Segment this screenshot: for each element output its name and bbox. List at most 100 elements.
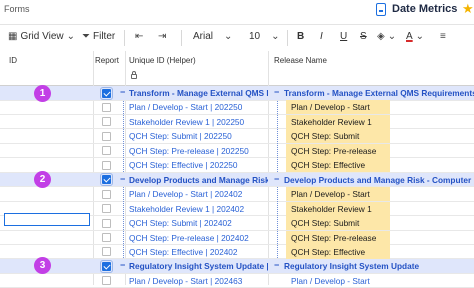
report-checkbox[interactable] <box>102 218 111 228</box>
report-checkbox[interactable] <box>102 276 111 286</box>
align-left-icon: ≡ <box>440 31 446 42</box>
page-title[interactable]: Date Metrics <box>392 3 457 15</box>
grid-view-button[interactable]: ▦ Grid View ⌄ <box>8 31 75 42</box>
grid-view-label: Grid View <box>20 31 64 42</box>
indent-icon: ⇥ <box>158 31 167 42</box>
release-name-cell[interactable]: Plan / Develop - Start <box>286 187 390 202</box>
table-row[interactable]: QCH Step: Pre-release | 202250 QCH Step: … <box>0 143 474 159</box>
unique-id-cell[interactable]: QCH Step: Effective | 202250 <box>129 160 268 170</box>
indent-button[interactable]: ⇥ <box>158 31 166 42</box>
release-name-cell[interactable]: Plan / Develop - Start <box>286 100 390 115</box>
collapse-icon[interactable]: − <box>120 87 125 97</box>
selected-cell[interactable] <box>4 213 90 226</box>
release-name-cell[interactable]: QCH Step: Pre-release <box>286 143 390 158</box>
align-button[interactable]: ≡ <box>440 31 446 42</box>
collapse-icon[interactable]: − <box>120 174 125 184</box>
filter-label: Filter <box>93 31 116 42</box>
unique-id-cell[interactable]: Stakeholder Review 1 | 202402 <box>129 204 268 214</box>
unique-id-cell[interactable]: Plan / Develop - Start | 202250 <box>129 102 268 112</box>
table-row[interactable]: Plan / Develop - Start | 202402 Plan / De… <box>0 187 474 202</box>
unique-id-cell[interactable]: Develop Products and Manage Risk - <box>129 175 268 185</box>
table-row[interactable]: QCH Step: Effective | 202402 QCH Step: Ef… <box>0 244 474 260</box>
unique-id-cell[interactable]: Plan / Develop - Start | 202402 <box>129 189 268 199</box>
grid-icon: ▦ <box>8 31 18 42</box>
release-name-cell[interactable]: QCH Step: Submit <box>286 129 390 144</box>
collapse-icon[interactable]: − <box>120 260 125 270</box>
release-name-cell[interactable]: Stakeholder Review 1 <box>286 114 390 129</box>
release-name-cell[interactable]: Plan / Develop - Start <box>286 274 390 288</box>
unique-id-cell[interactable]: QCH Step: Effective | 202402 <box>129 247 268 257</box>
report-checkbox[interactable] <box>100 86 113 100</box>
strikethrough-button[interactable]: S <box>360 31 367 42</box>
release-name-cell[interactable]: QCH Step: Pre-release <box>286 230 390 245</box>
report-checkbox[interactable] <box>102 247 111 257</box>
tree-line <box>123 187 124 258</box>
report-checkbox[interactable] <box>102 204 111 214</box>
unique-id-cell[interactable]: QCH Step: Pre-release | 202250 <box>129 146 268 156</box>
chevron-down-icon: ⌄ <box>224 31 233 42</box>
font-size-value: 10 <box>249 31 261 42</box>
chevron-down-icon: ⌄ <box>271 31 280 42</box>
toolbar: ▦ Grid View ⌄ ⏷ Filter ⇤ ⇥ Arial ⌄ 10 ⌄ … <box>0 24 474 52</box>
column-header-release-name[interactable]: Release Name <box>274 56 327 65</box>
release-name-cell[interactable]: QCH Step: Submit <box>286 216 390 231</box>
release-name-cell[interactable]: QCH Step: Effective <box>286 158 390 173</box>
sheet-icon <box>376 3 386 16</box>
chevron-down-icon: ⌄ <box>415 31 425 42</box>
table-row[interactable]: Plan / Develop - Start | 202250 Plan / De… <box>0 100 474 115</box>
unique-id-cell[interactable]: Regulatory Insight System Update | 2C <box>129 261 268 271</box>
toolbar-divider <box>124 30 125 46</box>
column-header-unique-id[interactable]: Unique ID (Helper) <box>129 56 196 65</box>
italic-button[interactable]: I <box>320 31 323 42</box>
report-checkbox[interactable] <box>102 102 111 112</box>
grid-header: ID Report Unique ID (Helper) Release Nam… <box>0 51 474 86</box>
outdent-button[interactable]: ⇤ <box>135 31 143 42</box>
fill-color-button[interactable]: ◈ ⌄ <box>377 31 396 42</box>
chevron-down-icon: ⌄ <box>387 31 397 42</box>
unique-id-cell[interactable]: Transform - Manage External QMS Re <box>129 88 268 98</box>
bold-button[interactable]: B <box>297 31 304 42</box>
table-row[interactable]: Plan / Develop - Start | 202463 Plan / De… <box>0 274 474 288</box>
report-checkbox[interactable] <box>102 146 111 156</box>
paint-bucket-icon: ◈ <box>377 31 385 42</box>
report-checkbox[interactable] <box>100 259 113 273</box>
parent-row[interactable]: − − Develop Products and Manage Risk - Deve… <box>0 172 474 188</box>
unique-id-cell[interactable]: QCH Step: Submit | 202250 <box>129 131 268 141</box>
table-row[interactable]: Stakeholder Review 1 | 202250 Stakeholder… <box>0 114 474 130</box>
column-header-report[interactable]: Report <box>95 56 119 65</box>
unique-id-cell[interactable]: QCH Step: Submit | 202402 <box>129 218 268 228</box>
step-badge: 3 <box>34 257 51 274</box>
unique-id-cell[interactable]: Stakeholder Review 1 | 202250 <box>129 117 268 127</box>
table-row[interactable]: QCH Step: Pre-release | 202402 QCH Step: … <box>0 230 474 245</box>
table-row[interactable]: QCH Step: Submit | 202250 QCH Step: Submi… <box>0 129 474 144</box>
breadcrumb[interactable]: Forms <box>4 4 30 14</box>
report-checkbox[interactable] <box>102 131 111 141</box>
font-select[interactable]: Arial ⌄ <box>193 31 232 42</box>
report-checkbox[interactable] <box>102 189 111 199</box>
unique-id-cell[interactable]: Plan / Develop - Start | 202463 <box>129 276 268 286</box>
report-checkbox[interactable] <box>100 173 113 187</box>
lock-icon <box>131 71 137 79</box>
column-header-id[interactable]: ID <box>9 56 17 65</box>
star-icon[interactable]: ★ <box>462 1 474 17</box>
release-name-cell[interactable]: QCH Step: Effective <box>286 244 390 259</box>
parent-row[interactable]: − − Regulatory Insight System Update | 2C R… <box>0 259 474 274</box>
unique-id-cell[interactable]: QCH Step: Pre-release | 202402 <box>129 233 268 243</box>
text-color-button[interactable]: A ⌄ <box>406 31 424 42</box>
toolbar-divider <box>287 30 288 46</box>
underline-button[interactable]: U <box>340 31 347 42</box>
table-row[interactable]: QCH Step: Effective | 202250 QCH Step: Ef… <box>0 158 474 173</box>
chevron-down-icon: ⌄ <box>66 31 76 42</box>
parent-row[interactable]: − − Transform - Manage External QMS Re Tran… <box>0 86 474 101</box>
font-size-select[interactable]: 10 ⌄ <box>249 31 280 42</box>
tree-line <box>277 187 278 258</box>
tree-line <box>277 101 278 172</box>
report-checkbox[interactable] <box>102 160 111 170</box>
report-checkbox[interactable] <box>102 233 111 242</box>
outdent-icon: ⇤ <box>135 31 144 42</box>
filter-button[interactable]: ⏷ Filter <box>82 31 115 42</box>
report-checkbox[interactable] <box>102 117 111 127</box>
font-value: Arial <box>193 31 214 42</box>
release-name-cell[interactable]: Stakeholder Review 1 <box>286 201 390 216</box>
tree-line <box>123 101 124 172</box>
